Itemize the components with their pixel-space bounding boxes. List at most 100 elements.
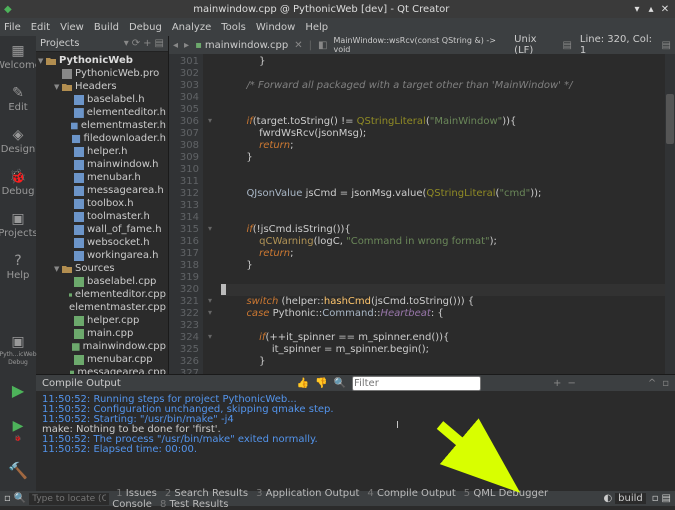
mode-debug[interactable]: 🐞Debug — [3, 166, 33, 200]
menu-analyze[interactable]: Analyze — [172, 22, 211, 33]
menu-help[interactable]: Help — [305, 22, 328, 33]
mode-help[interactable]: ?Help — [3, 250, 33, 284]
run-button[interactable]: ▶ — [3, 373, 33, 407]
tree-item[interactable]: elementeditor.h — [36, 106, 168, 119]
debug-button[interactable]: ▶🐞 — [3, 413, 33, 447]
file-icon: ▪ — [195, 40, 202, 51]
menu-file[interactable]: File — [4, 22, 21, 33]
tree-item[interactable]: PythonicWeb.pro — [36, 67, 168, 80]
zoom-out-icon[interactable]: − — [567, 378, 575, 389]
menu-view[interactable]: View — [60, 22, 84, 33]
zoom-in-icon[interactable]: + — [553, 378, 561, 389]
close-icon[interactable]: ✕ — [659, 3, 671, 15]
output-tab-test-results[interactable]: 8 Test Results — [156, 499, 233, 510]
file-tab[interactable]: ▪ mainwindow.cpp — [195, 40, 288, 51]
build-button[interactable]: 🔨 — [3, 453, 33, 487]
tree-item[interactable]: elementmaster.h — [36, 119, 168, 132]
tree-item[interactable]: toolbox.h — [36, 197, 168, 210]
menu-window[interactable]: Window — [256, 22, 295, 33]
tree-item[interactable]: ▼Sources — [36, 262, 168, 275]
mode-projects[interactable]: ▣Projects — [3, 208, 33, 242]
menu-edit[interactable]: Edit — [31, 22, 50, 33]
maximize-icon[interactable]: ▴ — [645, 3, 657, 15]
output-tab-application-output[interactable]: 3 Application Output — [252, 488, 363, 499]
tree-item[interactable]: websocket.h — [36, 236, 168, 249]
vertical-scrollbar[interactable] — [665, 54, 675, 374]
split-icon[interactable]: ▤ — [155, 38, 164, 49]
tree-item[interactable]: menubar.cpp — [36, 353, 168, 366]
tree-item[interactable]: menubar.h — [36, 171, 168, 184]
tree-item[interactable]: ▼Headers — [36, 80, 168, 93]
thumbs-up-icon[interactable]: 👍 — [297, 378, 309, 389]
output-tab-compile-output[interactable]: 4 Compile Output — [363, 488, 459, 499]
locator-input[interactable] — [29, 493, 109, 505]
output-tab-search-results[interactable]: 2 Search Results — [161, 488, 252, 499]
toggle-right-icon[interactable]: ▫ — [652, 493, 659, 504]
tree-item[interactable]: baselabel.cpp — [36, 275, 168, 288]
code-editor[interactable]: 3013023033043053063073083093103113123133… — [169, 54, 675, 374]
tree-item[interactable]: toolmaster.h — [36, 210, 168, 223]
line-gutter[interactable]: 3013023033043053063073083093103113123133… — [169, 54, 203, 374]
search-icon[interactable]: 🔍 — [14, 493, 26, 504]
tree-item[interactable]: workingarea.h — [36, 249, 168, 262]
app-icon: ◆ — [4, 4, 12, 15]
compile-title: Compile Output — [42, 378, 121, 389]
expand-icon[interactable]: ^ — [648, 378, 656, 389]
status-text: build — [615, 493, 646, 504]
tree-item[interactable]: wall_of_fame.h — [36, 223, 168, 236]
symbol-icon: ◧ — [318, 40, 327, 51]
mode-edit[interactable]: ✎Edit — [3, 82, 33, 116]
file-close-icon[interactable]: ✕ — [294, 40, 302, 51]
symbol-selector[interactable]: MainWindow::wsRcv(const QString &) -> vo… — [333, 36, 502, 54]
code-content[interactable]: } /* Forward all packaged with a target … — [217, 54, 675, 374]
toggle-bottom-icon[interactable]: ▤ — [662, 493, 671, 504]
tree-item[interactable]: mainwindow.h — [36, 158, 168, 171]
compile-output[interactable]: I 11:50:52: Running steps for project Py… — [36, 391, 675, 491]
editor-area: ◂ ▸ ▪ mainwindow.cpp ✕ | ◧ MainWindow::w… — [169, 36, 675, 374]
editor-toolbar: ◂ ▸ ▪ mainwindow.cpp ✕ | ◧ MainWindow::w… — [169, 36, 675, 54]
filter-icon[interactable]: ▾ — [124, 38, 129, 49]
nav-fwd-icon[interactable]: ▸ — [184, 40, 189, 51]
options-icon[interactable]: ▤ — [562, 40, 571, 51]
tree-item[interactable]: helper.h — [36, 145, 168, 158]
position-label[interactable]: Line: 320, Col: 1 — [580, 34, 654, 56]
tree-item[interactable]: messagearea.cpp — [36, 366, 168, 374]
search-icon[interactable]: 🔍 — [334, 378, 346, 389]
add-icon[interactable]: + — [143, 38, 151, 49]
tree-item[interactable]: elementmaster.cpp — [36, 301, 168, 314]
statusbar: ▫ 🔍 1 Issues2 Search Results3 Applicatio… — [0, 491, 675, 506]
panel-close-icon[interactable]: ▫ — [662, 378, 669, 389]
tree-item[interactable]: main.cpp — [36, 327, 168, 340]
tree-item[interactable]: baselabel.h — [36, 93, 168, 106]
tree-item[interactable]: elementeditor.cpp — [36, 288, 168, 301]
filter-input[interactable] — [352, 376, 481, 391]
file-name: mainwindow.cpp — [205, 40, 288, 51]
tree-item[interactable]: filedownloader.h — [36, 132, 168, 145]
output-tab-issues[interactable]: 1 Issues — [112, 488, 161, 499]
project-tree[interactable]: ▼PythonicWebPythonicWeb.pro▼Headersbasel… — [36, 52, 168, 374]
tree-item[interactable]: messagearea.h — [36, 184, 168, 197]
progress-icon[interactable]: ◐ — [603, 493, 612, 504]
kit-selector[interactable]: ▣Pyth...icWebDebug — [3, 333, 33, 367]
nav-back-icon[interactable]: ◂ — [173, 40, 178, 51]
sync-icon[interactable]: ⟳ — [132, 38, 140, 49]
tree-item[interactable]: helper.cpp — [36, 314, 168, 327]
minimize-icon[interactable]: ▾ — [631, 3, 643, 15]
encoding-label[interactable]: Unix (LF) — [514, 34, 554, 56]
compile-header: Compile Output 👍 👎 🔍 + − ^ ▫ — [36, 375, 675, 391]
tree-item[interactable]: ▼PythonicWeb — [36, 54, 168, 67]
kit-bar: ▣Pyth...icWebDebug ▶ ▶🐞 🔨 — [0, 329, 36, 491]
output-panel: Compile Output 👍 👎 🔍 + − ^ ▫ I 11:50:52:… — [36, 374, 675, 491]
projects-panel: Projects ▾ ⟳ + ▤ ▼PythonicWebPythonicWeb… — [36, 36, 169, 374]
mode-design[interactable]: ◈Design — [3, 124, 33, 158]
split-icon[interactable]: ▤ — [662, 40, 671, 51]
menu-build[interactable]: Build — [94, 22, 119, 33]
tree-item[interactable]: mainwindow.cpp — [36, 340, 168, 353]
menu-debug[interactable]: Debug — [129, 22, 162, 33]
fold-column[interactable]: ▾▾▾▾▾ — [203, 54, 217, 374]
projects-title: Projects — [40, 38, 79, 49]
locator-icon[interactable]: ▫ — [4, 493, 11, 504]
menu-tools[interactable]: Tools — [221, 22, 246, 33]
mode-welcome[interactable]: ▦Welcome — [3, 40, 33, 74]
thumbs-down-icon[interactable]: 👎 — [315, 378, 327, 389]
